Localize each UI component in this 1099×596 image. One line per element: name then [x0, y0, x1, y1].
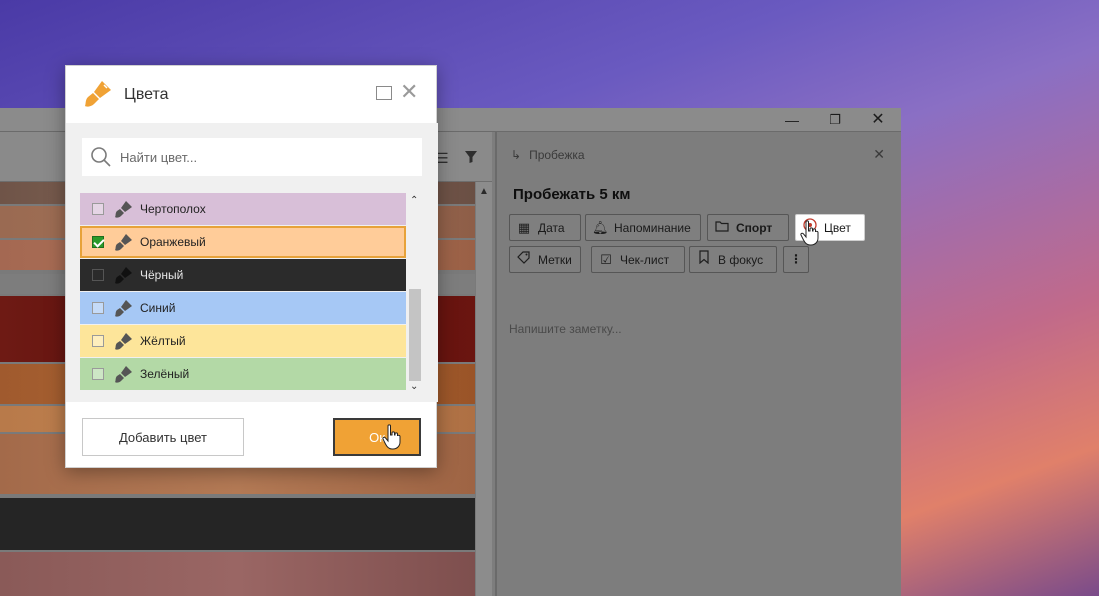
color-chip-label: Цвет: [824, 221, 851, 235]
checklist-icon: ☑: [600, 252, 612, 267]
add-color-button[interactable]: Добавить цвет: [82, 418, 244, 456]
scroll-up-arrow-icon[interactable]: ▲: [479, 186, 489, 197]
color-checkbox[interactable]: [92, 368, 104, 380]
dialog-title: Цвета: [124, 86, 169, 103]
task-details-pane: ↳ Пробежка ✕ Пробежать 5 км ▦ Дата 🔔︎ Напом…: [495, 132, 901, 596]
reminder-chip[interactable]: 🔔︎ Напоминание: [585, 214, 701, 241]
minimize-button[interactable]: —: [772, 110, 812, 130]
filter-icon[interactable]: [464, 150, 478, 167]
maximize-dialog-button[interactable]: [376, 86, 392, 100]
color-name: Зелёный: [140, 367, 190, 381]
color-name: Синий: [140, 301, 176, 315]
color-item-yellow[interactable]: Жёлтый: [80, 325, 406, 357]
category-chip-label: Спорт: [736, 221, 773, 235]
calendar-icon: ▦: [517, 220, 531, 235]
paint-brush-logo-icon: [85, 81, 111, 107]
paint-brush-icon: [115, 333, 132, 350]
reminder-chip-label: Напоминание: [614, 221, 691, 235]
restore-button[interactable]: ❐: [815, 110, 855, 130]
color-name: Жёлтый: [140, 334, 186, 348]
color-checkbox[interactable]: [92, 269, 104, 281]
search-input[interactable]: [120, 147, 410, 167]
tags-chip[interactable]: Метки: [509, 246, 581, 273]
color-list: Чертополох Оранжевый Чёрный Синий Жёлтый…: [66, 189, 438, 402]
close-dialog-button[interactable]: ✕: [400, 80, 418, 104]
color-item-green[interactable]: Зелёный: [80, 358, 406, 390]
paint-brush-icon: [115, 366, 132, 383]
color-checkbox[interactable]: [92, 302, 104, 314]
color-name: Оранжевый: [140, 235, 206, 249]
color-item-black[interactable]: Чёрный: [80, 259, 406, 291]
folder-icon: [714, 215, 730, 240]
list-item[interactable]: [0, 498, 475, 550]
focus-chip-label: В фокус: [718, 253, 764, 267]
color-checkbox[interactable]: [92, 236, 104, 248]
color-checkbox[interactable]: [92, 335, 104, 347]
subtask-icon: ↳: [511, 148, 522, 162]
paint-brush-icon: [115, 201, 132, 218]
search-icon: [91, 147, 111, 167]
chevron-down-icon[interactable]: ⌄: [410, 381, 418, 392]
ok-button[interactable]: Ок: [333, 418, 421, 456]
paint-brush-icon: [115, 267, 132, 284]
color-name: Чёрный: [140, 268, 184, 282]
date-chip-label: Дата: [538, 221, 565, 235]
search-box[interactable]: [81, 137, 423, 177]
paint-brush-icon: [115, 300, 132, 317]
color-item-blue[interactable]: Синий: [80, 292, 406, 324]
tags-chip-label: Метки: [538, 253, 572, 267]
color-checkbox[interactable]: [92, 203, 104, 215]
checklist-chip-label: Чек-лист: [620, 253, 670, 267]
color-item-thistle[interactable]: Чертополох: [80, 193, 406, 225]
bookmark-icon: [696, 247, 712, 272]
more-options-button[interactable]: ⋮: [783, 246, 809, 273]
more-icon: ⋮: [790, 252, 802, 266]
color-item-orange[interactable]: Оранжевый: [80, 226, 406, 258]
list-item[interactable]: [0, 552, 475, 596]
color-name: Чертополох: [140, 202, 206, 216]
color-list-scrollbar[interactable]: ⌃ ⌄: [408, 189, 422, 402]
close-window-button[interactable]: ✕: [858, 110, 898, 130]
bell-icon: 🔔︎: [592, 220, 609, 235]
list-scrollbar[interactable]: ▲: [476, 182, 492, 596]
note-placeholder[interactable]: Напишите заметку...: [509, 322, 622, 336]
checklist-chip[interactable]: ☑ Чек-лист: [591, 246, 685, 273]
task-header-label: Пробежка: [529, 148, 585, 162]
search-area: [66, 123, 438, 189]
focus-chip[interactable]: В фокус: [689, 246, 777, 273]
hand-cursor-icon: [800, 220, 819, 246]
hand-cursor-icon: [382, 424, 401, 450]
chevron-up-icon[interactable]: ⌃: [410, 195, 418, 206]
close-details-icon[interactable]: ✕: [873, 146, 885, 163]
colors-dialog: Цвета ✕ Чертополох Оранжевый Чёрный: [65, 65, 438, 468]
date-chip[interactable]: ▦ Дата: [509, 214, 581, 241]
category-chip[interactable]: Спорт: [707, 214, 789, 241]
tag-icon: [516, 247, 532, 272]
paint-brush-icon: [115, 234, 132, 251]
scroll-thumb[interactable]: [409, 289, 421, 381]
task-header: ↳ Пробежка: [511, 148, 585, 162]
task-title[interactable]: Пробежать 5 км: [513, 186, 631, 203]
